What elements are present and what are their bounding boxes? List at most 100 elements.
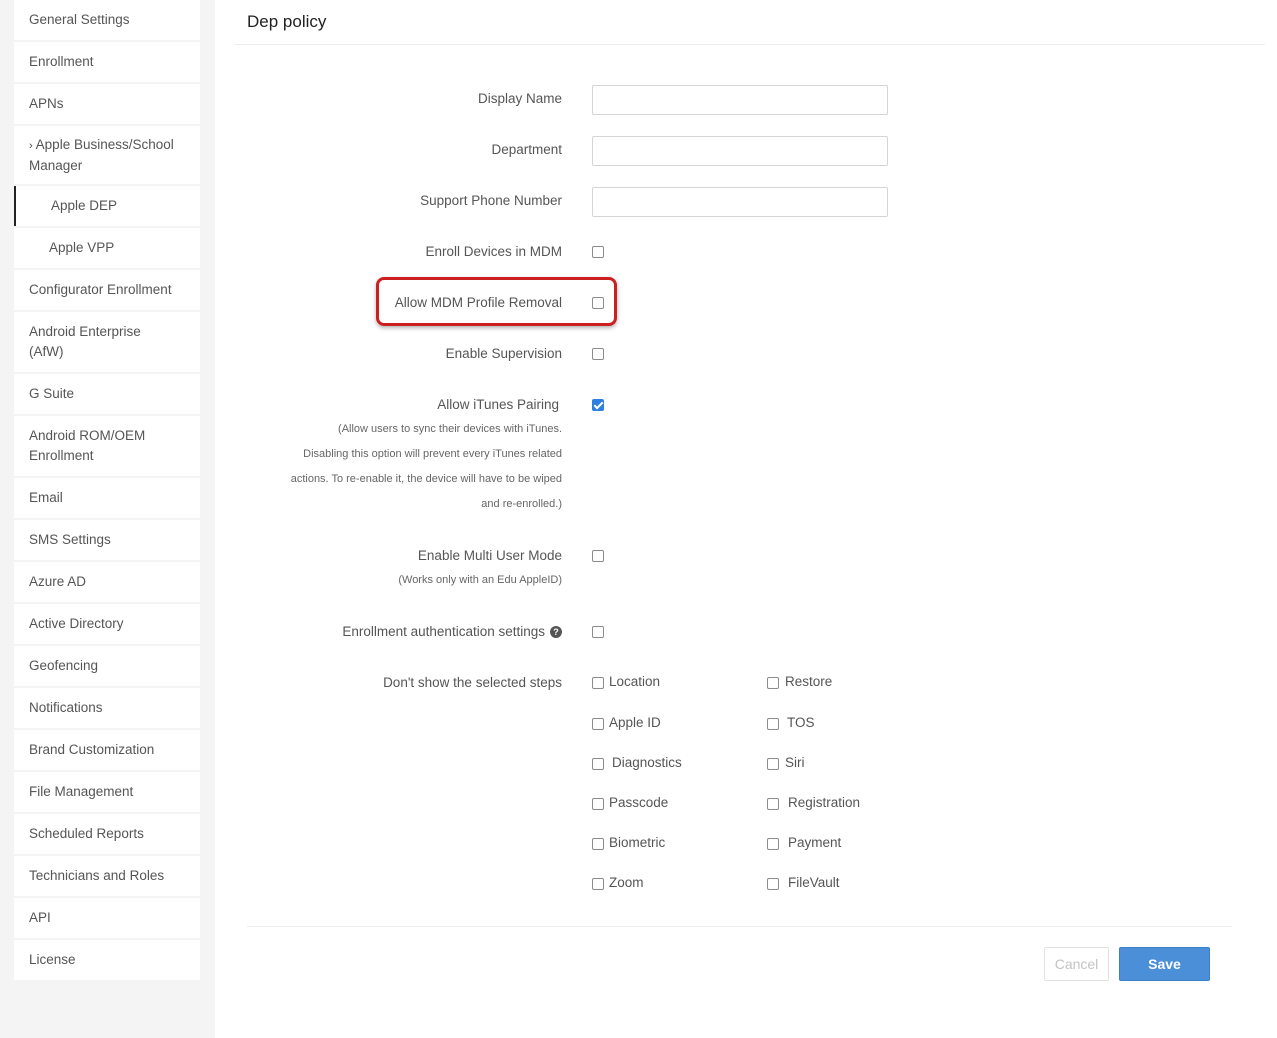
chevron-right-icon: › [29,139,33,152]
itunes-pairing-note: (Allow users to sync their devices with … [262,417,562,517]
itunes-note-line-1: (Allow users to sync their devices with … [338,423,562,435]
itunes-pairing-label: Allow iTunes Pairing [437,397,559,412]
sidebar-item-label: Android ROM/OEM [29,428,146,443]
step-siri-label: Siri [785,755,805,770]
itunes-pairing-checkbox[interactable] [592,399,604,411]
sidebar-item-label: Email [29,490,63,505]
sidebar-item-license[interactable]: License [14,940,200,980]
display-name-label: Display Name [477,91,562,106]
sidebar-item-file-management[interactable]: File Management [14,772,200,812]
sidebar-item-apple-business-manager[interactable]: › Apple Business/School Manager [14,126,200,184]
sidebar-item-label: Brand Customization [29,742,155,757]
sidebar-item-label-line2: Enrollment [29,448,94,463]
multi-user-note: (Works only with an Edu AppleID) [398,574,562,586]
step-zoom-label: Zoom [609,875,644,890]
step-apple-id-checkbox[interactable] [592,718,604,730]
sidebar-item-api[interactable]: API [14,898,200,938]
enrollment-auth-label: Enrollment authentication settings? [342,624,562,639]
enroll-mdm-checkbox[interactable] [592,246,604,258]
step-passcode-checkbox[interactable] [592,798,604,810]
sidebar-item-label: License [29,952,76,967]
sidebar-item-label-line2: Manager [29,157,83,173]
allow-profile-removal-checkbox[interactable] [592,297,604,309]
enroll-mdm-label: Enroll Devices in MDM [425,244,562,259]
department-label: Department [491,142,562,157]
enable-supervision-checkbox[interactable] [592,348,604,360]
sidebar-item-scheduled-reports[interactable]: Scheduled Reports [14,814,200,854]
step-filevault-checkbox[interactable] [767,878,779,890]
step-diagnostics-checkbox[interactable] [592,758,604,770]
sidebar-item-label: Configurator Enrollment [29,282,172,297]
sidebar-item-label: File Management [29,784,134,799]
step-payment-checkbox[interactable] [767,838,779,850]
sidebar-item-label-line2: (AfW) [29,344,64,359]
department-input[interactable] [592,136,888,166]
support-phone-input[interactable] [592,187,888,217]
step-siri-checkbox[interactable] [767,758,779,770]
sidebar-item-technicians-roles[interactable]: Technicians and Roles [14,856,200,896]
sidebar-item-geofencing[interactable]: Geofencing [14,646,200,686]
sidebar-item-label: Enrollment [29,54,94,69]
main-content: Dep policy Display Name Department Suppo… [215,0,1277,1038]
sidebar-item-email[interactable]: Email [14,478,200,518]
itunes-note-line-4: and re-enrolled.) [481,498,562,510]
step-biometric-checkbox[interactable] [592,838,604,850]
sidebar-item-label: Scheduled Reports [29,826,144,841]
multi-user-label: Enable Multi User Mode [417,548,562,563]
sidebar-item-enrollment[interactable]: Enrollment [14,42,200,82]
sidebar-item-brand-customization[interactable]: Brand Customization [14,730,200,770]
step-registration-checkbox[interactable] [767,798,779,810]
enable-supervision-label: Enable Supervision [445,346,562,361]
sidebar-item-label: Apple DEP [51,198,118,213]
step-zoom-checkbox[interactable] [592,878,604,890]
multi-user-checkbox[interactable] [592,550,604,562]
sidebar-item-label: Apple Business/School [35,136,174,152]
sidebar-item-label: G Suite [29,386,75,401]
enrollment-auth-checkbox[interactable] [592,626,604,638]
save-button[interactable]: Save [1119,947,1210,981]
sidebar-item-apns[interactable]: APNs [14,84,200,124]
sidebar-item-android-enterprise[interactable]: Android Enterprise (AfW) [14,312,200,372]
sidebar-item-android-rom-oem[interactable]: Android ROM/OEM Enrollment [14,416,200,476]
sidebar-item-label: SMS Settings [29,532,111,547]
step-diagnostics-label: Diagnostics [612,755,682,770]
enrollment-auth-text: Enrollment authentication settings [342,624,545,639]
sidebar-item-configurator-enrollment[interactable]: Configurator Enrollment [14,270,200,310]
display-name-input[interactable] [592,85,888,115]
sidebar-item-notifications[interactable]: Notifications [14,688,200,728]
step-location-label: Location [609,674,661,689]
step-apple-id-label: Apple ID [609,715,661,730]
help-icon[interactable]: ? [550,626,562,638]
settings-sidebar: General Settings Enrollment APNs › Apple … [0,0,215,1038]
sidebar-item-label: Geofencing [29,658,99,673]
sidebar-item-label: API [29,910,51,925]
sidebar-item-active-directory[interactable]: Active Directory [14,604,200,644]
step-restore-label: Restore [785,674,833,689]
sidebar-item-label: Notifications [29,700,103,715]
sidebar-item-general-settings[interactable]: General Settings [14,0,200,40]
cancel-button[interactable]: Cancel [1044,947,1109,981]
sidebar-item-azure-ad[interactable]: Azure AD [14,562,200,602]
sidebar-item-label: APNs [29,96,64,111]
sidebar-item-g-suite[interactable]: G Suite [14,374,200,414]
allow-profile-removal-label: Allow MDM Profile Removal [394,295,562,310]
sidebar-item-sms-settings[interactable]: SMS Settings [14,520,200,560]
support-phone-label: Support Phone Number [420,193,562,208]
sidebar-item-label: Active Directory [29,616,124,631]
step-restore-checkbox[interactable] [767,677,779,689]
step-tos-checkbox[interactable] [767,718,779,730]
sidebar-item-apple-vpp[interactable]: Apple VPP [14,228,200,268]
itunes-note-line-3: actions. To re-enable it, the device wil… [290,473,562,485]
sidebar-item-label: Azure AD [29,574,87,589]
title-divider [235,44,1265,45]
sidebar-item-apple-dep[interactable]: Apple DEP [14,186,200,226]
step-registration-label: Registration [788,795,861,810]
step-payment-label: Payment [788,835,842,850]
skip-steps-label: Don't show the selected steps [383,675,562,690]
sidebar-item-label: Technicians and Roles [29,868,165,883]
step-tos-label: TOS [787,715,815,730]
step-filevault-label: FileVault [788,875,840,890]
step-location-checkbox[interactable] [592,677,604,689]
sidebar-item-label: General Settings [29,12,130,27]
page-title: Dep policy [247,12,327,31]
